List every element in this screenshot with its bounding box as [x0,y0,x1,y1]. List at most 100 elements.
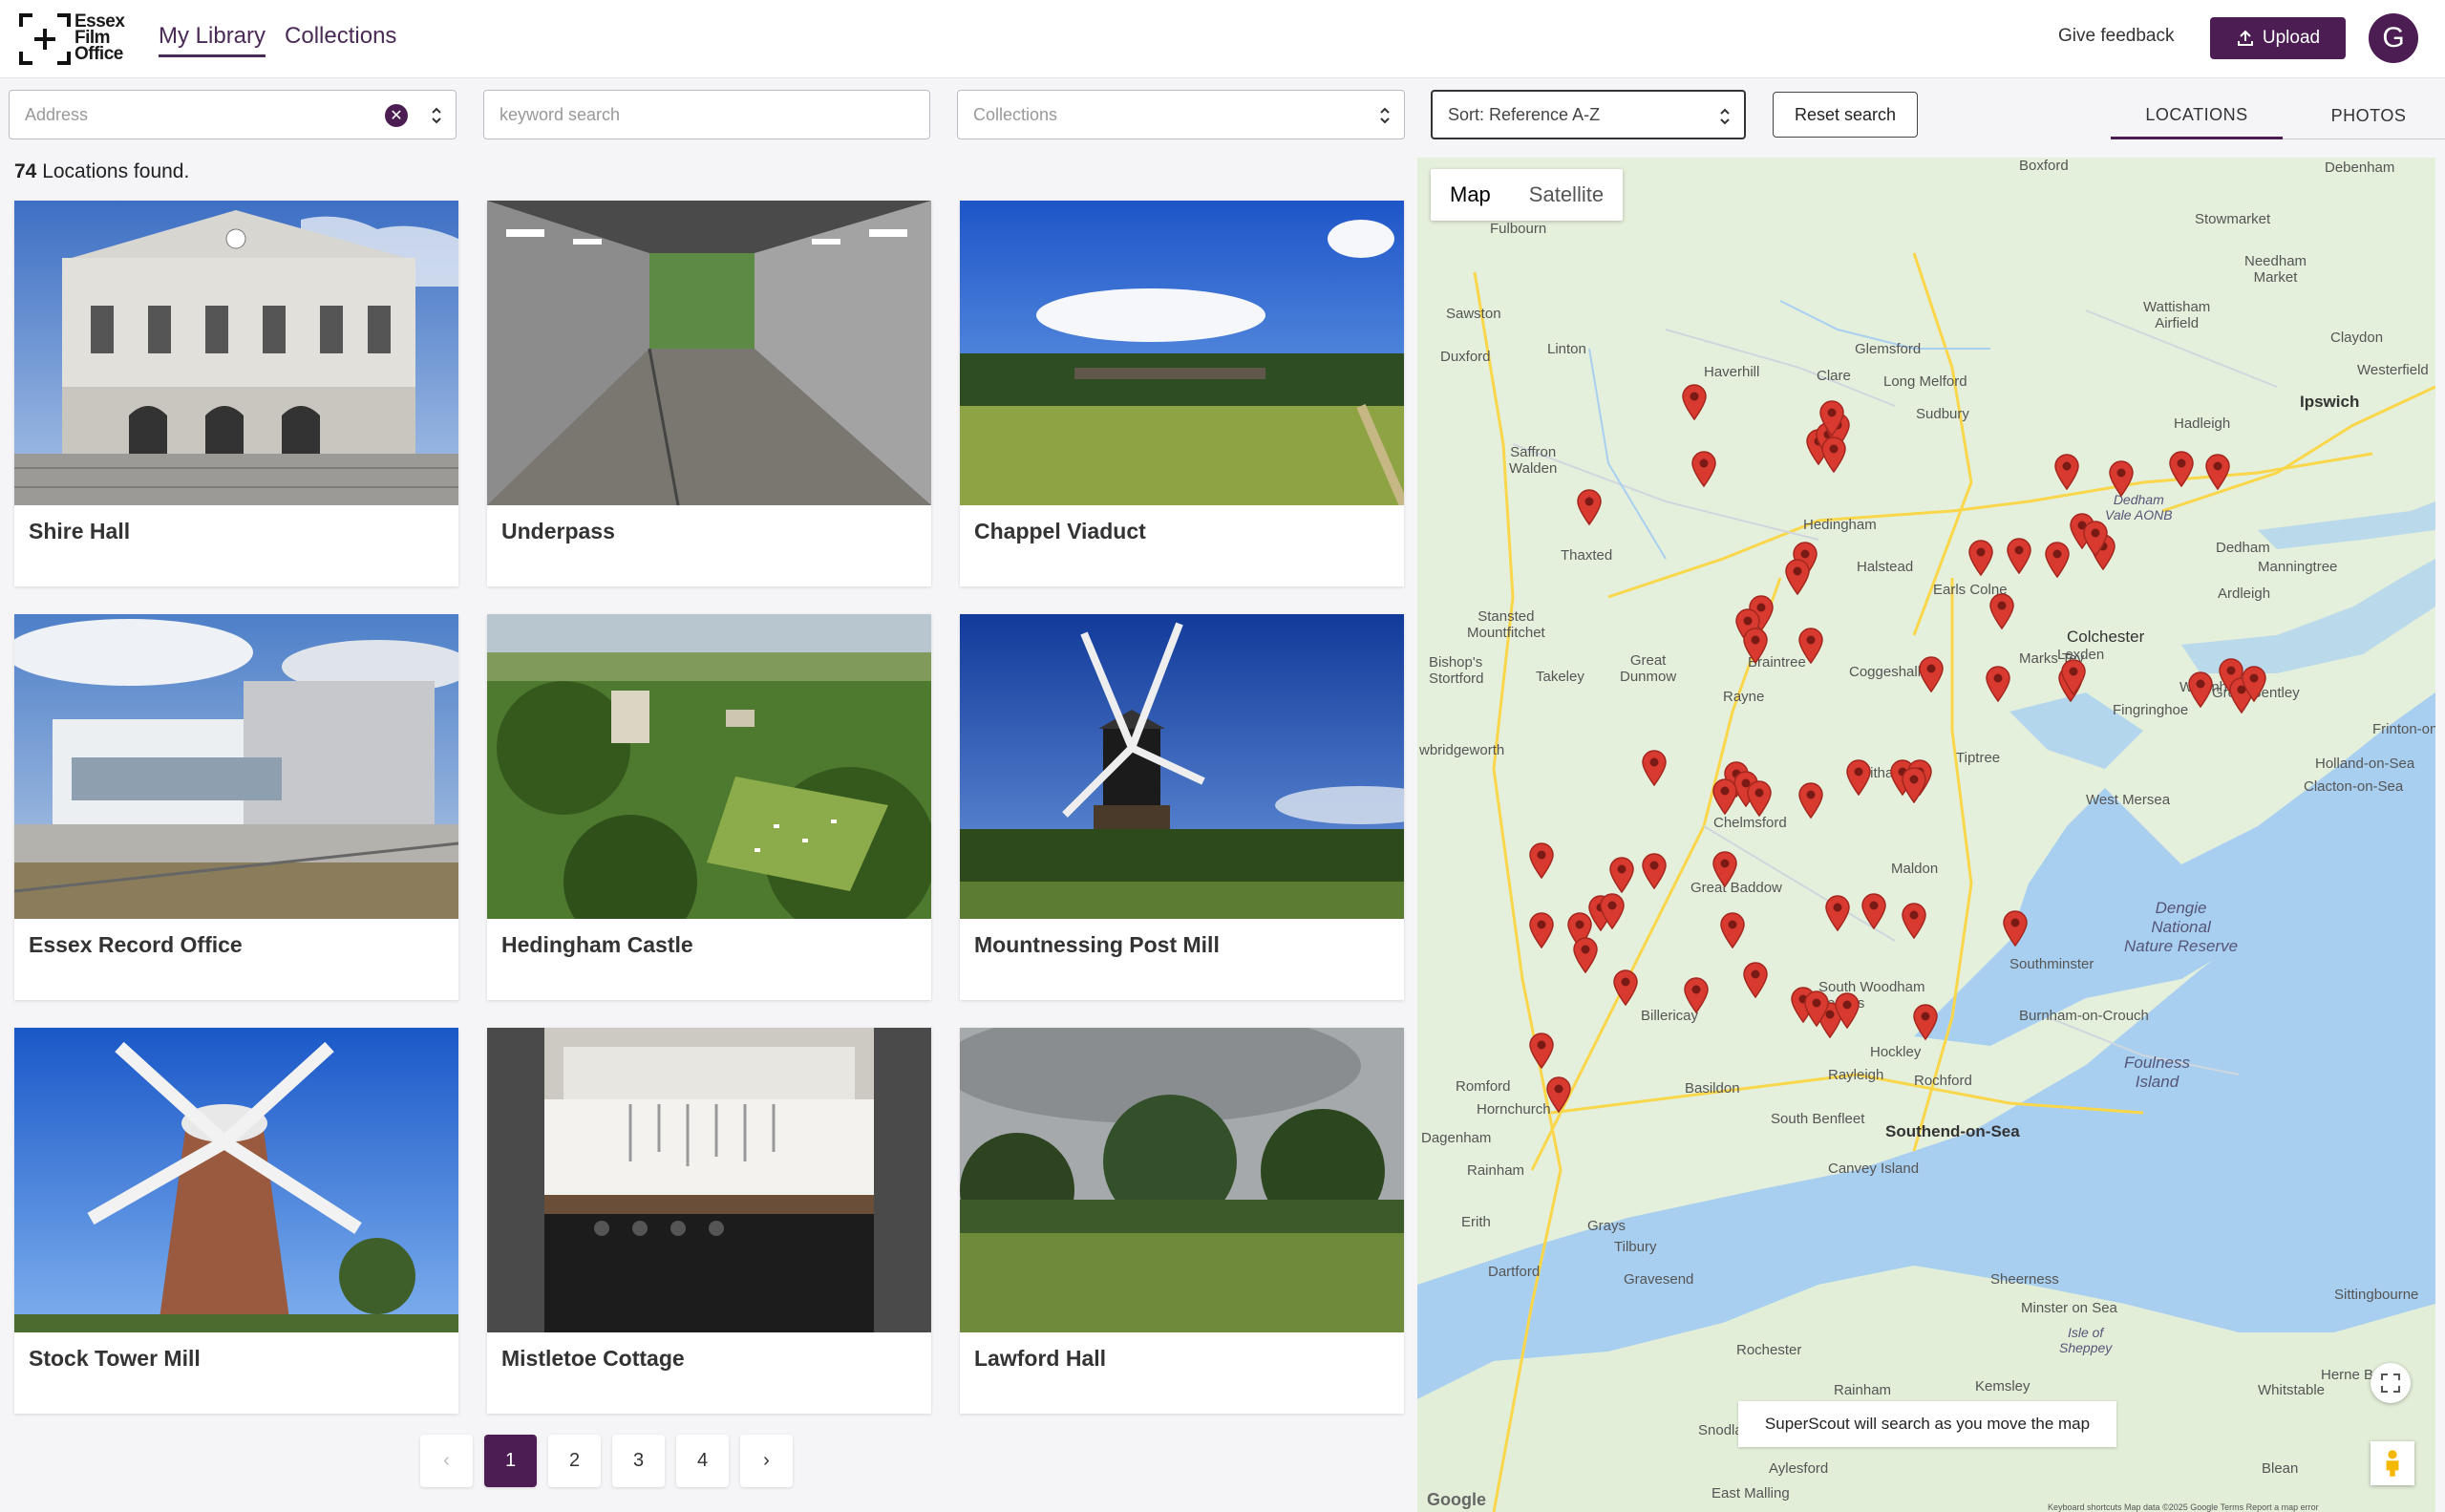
location-pin-icon[interactable] [2242,666,2266,702]
location-pin-icon[interactable] [1712,778,1737,815]
clear-address-icon[interactable]: ✕ [385,104,408,127]
location-pin-icon[interactable] [1785,559,1810,595]
location-pin-icon[interactable] [1798,628,1823,664]
tab-locations[interactable]: LOCATIONS [2111,94,2283,139]
sort-select[interactable]: Sort: Reference A-Z [1431,90,1746,139]
place-label: Sheerness [1990,1271,2059,1288]
location-pin-icon[interactable] [2169,451,2194,487]
location-pin-icon[interactable] [2007,538,2031,574]
location-pin-icon[interactable] [1968,540,1993,576]
location-pin-icon[interactable] [1747,780,1772,817]
fullscreen-icon[interactable] [2371,1363,2411,1403]
place-label: Dagenham [1421,1130,1492,1146]
location-title: Mistletoe Cottage [501,1346,685,1371]
location-pin-icon[interactable] [1825,895,1850,931]
place-label: Chelmsford [1713,815,1787,831]
location-pin-icon[interactable] [1529,1033,1554,1069]
location-card[interactable]: Lawford Hall [960,1028,1404,1414]
page-button[interactable]: 1 [484,1435,537,1487]
location-pin-icon[interactable] [1986,666,2010,702]
location-card[interactable]: Stock Tower Mill [14,1028,458,1414]
location-pin-icon[interactable] [1819,400,1844,437]
location-pin-icon[interactable] [1546,1076,1571,1113]
location-pin-icon[interactable] [1684,977,1709,1013]
street-view-pegman-icon[interactable] [2371,1441,2414,1485]
place-label: Ipswich [2300,393,2360,411]
location-pin-icon[interactable] [1919,656,1944,692]
location-pin-icon[interactable] [1529,842,1554,879]
map-footer[interactable]: Keyboard shortcuts Map data ©2025 Google… [2048,1502,2319,1512]
nav-collections[interactable]: Collections [285,23,396,57]
map-view-button[interactable]: Map [1431,169,1510,221]
location-pin-icon[interactable] [1846,759,1871,796]
upload-button[interactable]: Upload [2210,17,2346,59]
location-pin-icon[interactable] [2003,910,2028,947]
place-label: Gravesend [1624,1271,1694,1288]
location-pin-icon[interactable] [1642,750,1667,786]
location-pin-icon[interactable] [1798,782,1823,819]
tab-photos[interactable]: PHOTOS [2283,94,2445,139]
location-pin-icon[interactable] [2109,460,2134,497]
user-avatar[interactable]: G [2369,13,2418,63]
location-pin-icon[interactable] [2045,542,2070,578]
collections-select[interactable]: Collections [957,90,1405,139]
location-card[interactable]: Mountnessing Post Mill [960,614,1404,1000]
keyword-placeholder: keyword search [500,104,621,124]
location-pin-icon[interactable] [1609,857,1634,893]
location-pin-icon[interactable] [2205,454,2230,490]
place-label: Foulness Island [2124,1054,2190,1091]
nav-my-library[interactable]: My Library [159,23,266,57]
give-feedback-link[interactable]: Give feedback [2058,26,2174,47]
reset-search-button[interactable]: Reset search [1773,92,1918,138]
location-pin-icon[interactable] [1600,893,1625,929]
location-pin-icon[interactable] [1613,969,1638,1006]
location-pin-icon[interactable] [1682,384,1707,420]
location-card[interactable]: Chappel Viaduct [960,201,1404,586]
place-label: Burnham-on-Crouch [2019,1008,2149,1024]
location-pin-icon[interactable] [1821,437,1846,473]
location-pin-icon[interactable] [1712,851,1737,887]
location-card[interactable]: Shire Hall [14,201,458,586]
place-label: Duxford [1440,349,1491,365]
location-title: Stock Tower Mill [29,1346,201,1371]
place-label: Dedham [2216,540,2270,556]
location-card[interactable]: Essex Record Office [14,614,458,1000]
location-pin-icon[interactable] [1902,767,1926,803]
satellite-view-button[interactable]: Satellite [1510,169,1623,221]
location-pin-icon[interactable] [1529,912,1554,948]
location-pin-icon[interactable] [1902,903,1926,939]
location-pin-icon[interactable] [1743,628,1768,664]
location-pin-icon[interactable] [2061,659,2086,695]
prev-page-button[interactable]: ‹ [420,1435,473,1487]
location-card[interactable]: Mistletoe Cottage [487,1028,931,1414]
location-pin-icon[interactable] [1720,912,1745,948]
location-pin-icon[interactable] [1642,853,1667,889]
location-card[interactable]: Underpass [487,201,931,586]
location-pin-icon[interactable] [1691,451,1716,487]
location-pin-icon[interactable] [2083,521,2108,557]
keyword-search-input[interactable]: keyword search [483,90,930,139]
location-pin-icon[interactable] [1913,1004,1938,1040]
page-button[interactable]: 3 [612,1435,665,1487]
address-select[interactable]: Address ✕ [9,90,457,139]
location-pin-icon[interactable] [2054,454,2079,490]
location-pin-icon[interactable] [1804,990,1829,1027]
place-label: Southminster [2009,956,2094,972]
location-card[interactable]: Hedingham Castle [487,614,931,1000]
locations-map[interactable]: Map Satellite Fulbourn Sawston Duxford L… [1417,158,2435,1512]
location-photo [487,1028,931,1332]
page-button[interactable]: 2 [548,1435,601,1487]
location-pin-icon[interactable] [2188,671,2213,708]
location-pin-icon[interactable] [1573,937,1598,973]
essex-film-office-logo[interactable]: Essex Film Office [19,12,129,65]
location-pin-icon[interactable] [1989,593,2014,629]
page-button[interactable]: 4 [676,1435,729,1487]
next-page-button[interactable]: › [740,1435,793,1487]
location-pin-icon[interactable] [1577,489,1602,525]
google-attribution: Google [1427,1490,1486,1509]
location-title: Lawford Hall [974,1346,1107,1371]
place-label: Tilbury [1614,1239,1657,1255]
location-pin-icon[interactable] [1835,992,1860,1029]
location-pin-icon[interactable] [1743,962,1768,998]
location-pin-icon[interactable] [1861,893,1886,929]
